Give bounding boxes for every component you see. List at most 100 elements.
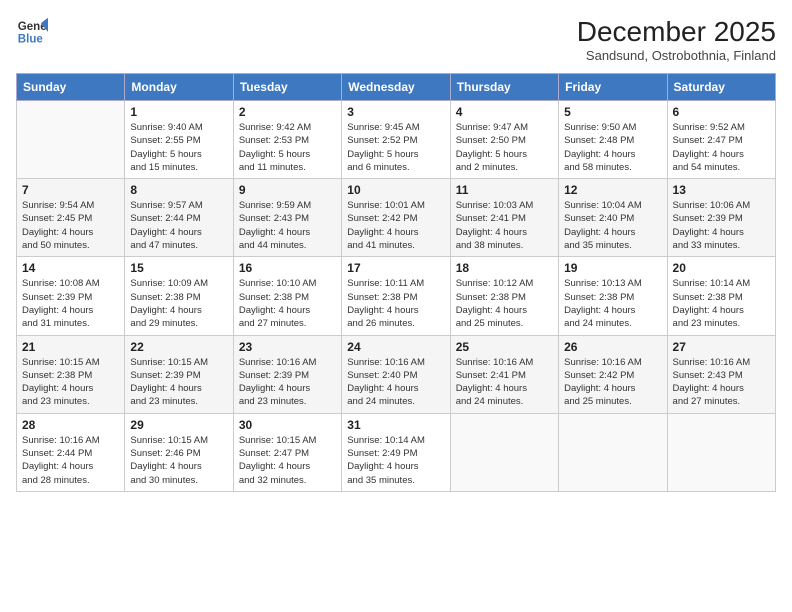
day-info: Sunrise: 10:03 AMSunset: 2:41 PMDaylight… xyxy=(456,199,553,252)
day-number: 4 xyxy=(456,105,553,119)
day-info: Sunrise: 10:11 AMSunset: 2:38 PMDaylight… xyxy=(347,277,444,330)
day-info: Sunrise: 9:52 AMSunset: 2:47 PMDaylight:… xyxy=(673,121,770,174)
day-number: 23 xyxy=(239,340,336,354)
day-number: 29 xyxy=(130,418,227,432)
calendar-week-row: 28 Sunrise: 10:16 AMSunset: 2:44 PMDaylig… xyxy=(17,413,776,491)
day-info: Sunrise: 9:47 AMSunset: 2:50 PMDaylight:… xyxy=(456,121,553,174)
calendar-cell: 28 Sunrise: 10:16 AMSunset: 2:44 PMDaylig… xyxy=(17,413,125,491)
day-info: Sunrise: 10:16 AMSunset: 2:43 PMDaylight… xyxy=(673,356,770,409)
calendar-table: SundayMondayTuesdayWednesdayThursdayFrid… xyxy=(16,73,776,492)
calendar-cell: 10 Sunrise: 10:01 AMSunset: 2:42 PMDaylig… xyxy=(342,179,450,257)
calendar-cell: 5Sunrise: 9:50 AMSunset: 2:48 PMDaylight… xyxy=(559,101,667,179)
calendar-cell xyxy=(559,413,667,491)
calendar-cell xyxy=(667,413,775,491)
day-number: 25 xyxy=(456,340,553,354)
calendar-cell: 30 Sunrise: 10:15 AMSunset: 2:47 PMDaylig… xyxy=(233,413,341,491)
day-number: 30 xyxy=(239,418,336,432)
day-info: Sunrise: 9:40 AMSunset: 2:55 PMDaylight:… xyxy=(130,121,227,174)
calendar-week-row: 7 Sunrise: 9:54 AMSunset: 2:45 PMDaylight… xyxy=(17,179,776,257)
day-number: 3 xyxy=(347,105,444,119)
logo-icon: General Blue xyxy=(16,16,48,48)
svg-text:Blue: Blue xyxy=(18,34,44,46)
calendar-cell: 27 Sunrise: 10:16 AMSunset: 2:43 PMDaylig… xyxy=(667,335,775,413)
calendar-cell: 18Sunrise: 10:12 AMSunset: 2:38 PMDaylig… xyxy=(450,257,558,335)
calendar-cell: 11 Sunrise: 10:03 AMSunset: 2:41 PMDaylig… xyxy=(450,179,558,257)
day-number: 24 xyxy=(347,340,444,354)
day-info: Sunrise: 10:15 AMSunset: 2:46 PMDaylight… xyxy=(130,434,227,487)
day-number: 26 xyxy=(564,340,661,354)
day-number: 22 xyxy=(130,340,227,354)
day-number: 14 xyxy=(22,261,119,275)
calendar-cell: 31Sunrise: 10:14 AMSunset: 2:49 PMDaylig… xyxy=(342,413,450,491)
day-number: 20 xyxy=(673,261,770,275)
day-info: Sunrise: 9:57 AMSunset: 2:44 PMDaylight:… xyxy=(130,199,227,252)
calendar-cell: 12Sunrise: 10:04 AMSunset: 2:40 PMDaylig… xyxy=(559,179,667,257)
day-info: Sunrise: 10:15 AMSunset: 2:47 PMDaylight… xyxy=(239,434,336,487)
calendar-cell: 17 Sunrise: 10:11 AMSunset: 2:38 PMDaylig… xyxy=(342,257,450,335)
calendar-cell: 7 Sunrise: 9:54 AMSunset: 2:45 PMDaylight… xyxy=(17,179,125,257)
calendar-cell: 1 Sunrise: 9:40 AMSunset: 2:55 PMDaylight… xyxy=(125,101,233,179)
day-info: Sunrise: 10:13 AMSunset: 2:38 PMDaylight… xyxy=(564,277,661,330)
day-info: Sunrise: 10:15 AMSunset: 2:39 PMDaylight… xyxy=(130,356,227,409)
day-info: Sunrise: 9:54 AMSunset: 2:45 PMDaylight:… xyxy=(22,199,119,252)
day-info: Sunrise: 10:16 AMSunset: 2:42 PMDaylight… xyxy=(564,356,661,409)
calendar-header-row: SundayMondayTuesdayWednesdayThursdayFrid… xyxy=(17,74,776,101)
calendar-cell: 3Sunrise: 9:45 AMSunset: 2:52 PMDaylight… xyxy=(342,101,450,179)
day-number: 19 xyxy=(564,261,661,275)
day-info: Sunrise: 10:12 AMSunset: 2:38 PMDaylight… xyxy=(456,277,553,330)
header-monday: Monday xyxy=(125,74,233,101)
day-info: Sunrise: 10:09 AMSunset: 2:38 PMDaylight… xyxy=(130,277,227,330)
day-number: 15 xyxy=(130,261,227,275)
calendar-cell: 20 Sunrise: 10:14 AMSunset: 2:38 PMDaylig… xyxy=(667,257,775,335)
calendar-cell: 13Sunrise: 10:06 AMSunset: 2:39 PMDaylig… xyxy=(667,179,775,257)
day-info: Sunrise: 10:01 AMSunset: 2:42 PMDaylight… xyxy=(347,199,444,252)
day-info: Sunrise: 9:42 AMSunset: 2:53 PMDaylight:… xyxy=(239,121,336,174)
day-number: 28 xyxy=(22,418,119,432)
calendar-week-row: 14 Sunrise: 10:08 AMSunset: 2:39 PMDaylig… xyxy=(17,257,776,335)
day-number: 17 xyxy=(347,261,444,275)
day-info: Sunrise: 10:14 AMSunset: 2:49 PMDaylight… xyxy=(347,434,444,487)
day-number: 8 xyxy=(130,183,227,197)
day-number: 2 xyxy=(239,105,336,119)
day-number: 11 xyxy=(456,183,553,197)
calendar-cell: 22 Sunrise: 10:15 AMSunset: 2:39 PMDaylig… xyxy=(125,335,233,413)
day-info: Sunrise: 9:50 AMSunset: 2:48 PMDaylight:… xyxy=(564,121,661,174)
calendar-cell: 6 Sunrise: 9:52 AMSunset: 2:47 PMDaylight… xyxy=(667,101,775,179)
day-info: Sunrise: 10:08 AMSunset: 2:39 PMDaylight… xyxy=(22,277,119,330)
header-thursday: Thursday xyxy=(450,74,558,101)
calendar-cell xyxy=(17,101,125,179)
calendar-cell: 21Sunrise: 10:15 AMSunset: 2:38 PMDaylig… xyxy=(17,335,125,413)
calendar-cell: 9Sunrise: 9:59 AMSunset: 2:43 PMDaylight… xyxy=(233,179,341,257)
calendar-cell: 16 Sunrise: 10:10 AMSunset: 2:38 PMDaylig… xyxy=(233,257,341,335)
day-number: 6 xyxy=(673,105,770,119)
day-number: 12 xyxy=(564,183,661,197)
calendar-cell: 19 Sunrise: 10:13 AMSunset: 2:38 PMDaylig… xyxy=(559,257,667,335)
day-info: Sunrise: 10:10 AMSunset: 2:38 PMDaylight… xyxy=(239,277,336,330)
day-number: 7 xyxy=(22,183,119,197)
day-number: 27 xyxy=(673,340,770,354)
day-info: Sunrise: 10:14 AMSunset: 2:38 PMDaylight… xyxy=(673,277,770,330)
header-sunday: Sunday xyxy=(17,74,125,101)
day-number: 1 xyxy=(130,105,227,119)
logo: General Blue xyxy=(16,16,48,48)
calendar-cell: 4 Sunrise: 9:47 AMSunset: 2:50 PMDaylight… xyxy=(450,101,558,179)
day-info: Sunrise: 10:15 AMSunset: 2:38 PMDaylight… xyxy=(22,356,119,409)
day-number: 10 xyxy=(347,183,444,197)
calendar-cell: 24 Sunrise: 10:16 AMSunset: 2:40 PMDaylig… xyxy=(342,335,450,413)
calendar-cell: 26 Sunrise: 10:16 AMSunset: 2:42 PMDaylig… xyxy=(559,335,667,413)
calendar-cell xyxy=(450,413,558,491)
calendar-cell: 15 Sunrise: 10:09 AMSunset: 2:38 PMDaylig… xyxy=(125,257,233,335)
page-subtitle: Sandsund, Ostrobothnia, Finland xyxy=(577,48,776,63)
day-number: 9 xyxy=(239,183,336,197)
calendar-cell: 8 Sunrise: 9:57 AMSunset: 2:44 PMDaylight… xyxy=(125,179,233,257)
calendar-week-row: 21Sunrise: 10:15 AMSunset: 2:38 PMDaylig… xyxy=(17,335,776,413)
day-info: Sunrise: 10:16 AMSunset: 2:40 PMDaylight… xyxy=(347,356,444,409)
day-info: Sunrise: 10:16 AMSunset: 2:39 PMDaylight… xyxy=(239,356,336,409)
day-info: Sunrise: 10:16 AMSunset: 2:44 PMDaylight… xyxy=(22,434,119,487)
calendar-cell: 2 Sunrise: 9:42 AMSunset: 2:53 PMDaylight… xyxy=(233,101,341,179)
header-friday: Friday xyxy=(559,74,667,101)
day-number: 16 xyxy=(239,261,336,275)
calendar-cell: 29 Sunrise: 10:15 AMSunset: 2:46 PMDaylig… xyxy=(125,413,233,491)
title-block: December 2025 Sandsund, Ostrobothnia, Fi… xyxy=(577,16,776,63)
calendar-week-row: 1 Sunrise: 9:40 AMSunset: 2:55 PMDaylight… xyxy=(17,101,776,179)
